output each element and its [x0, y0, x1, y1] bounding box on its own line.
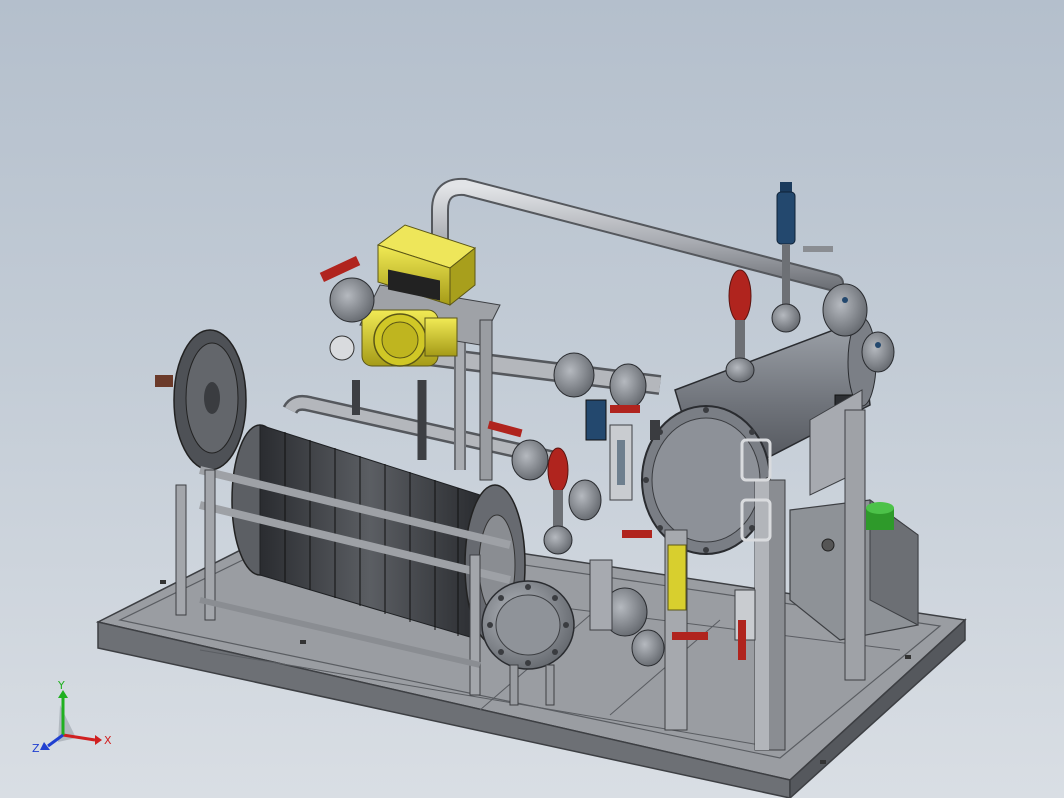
- coordinate-triad[interactable]: X Y Z: [30, 679, 120, 760]
- cad-viewport[interactable]: X Y Z: [0, 0, 1064, 798]
- y-axis-label: Y: [57, 680, 65, 692]
- x-axis-label: X: [104, 734, 112, 747]
- model-scene[interactable]: [0, 0, 1064, 798]
- z-axis-label: Z: [32, 742, 40, 755]
- green-indicator-lamp[interactable]: [866, 502, 894, 530]
- ball-valve-left[interactable]: [319, 256, 375, 323]
